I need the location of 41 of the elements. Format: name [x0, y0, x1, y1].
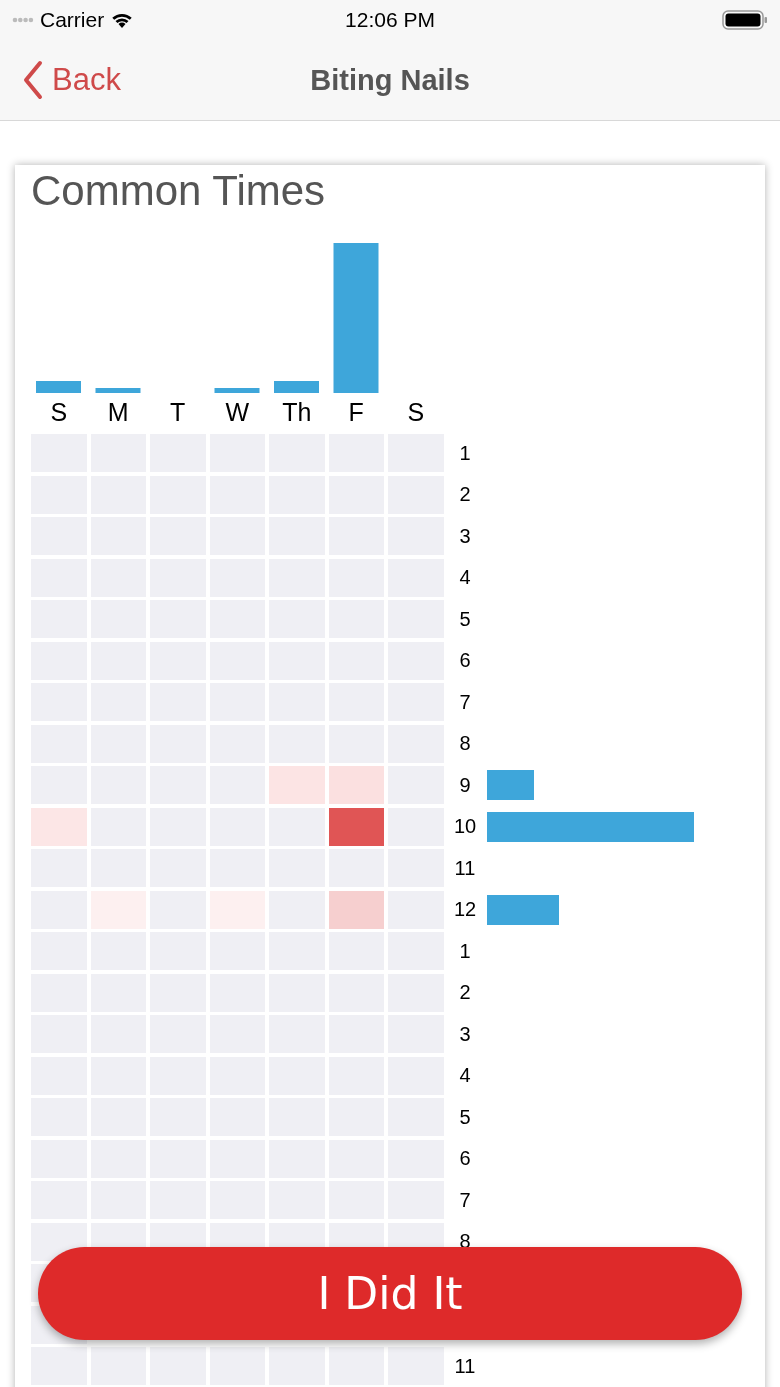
day-bar — [274, 381, 319, 393]
day-bar — [36, 381, 81, 393]
hour-label: 4 — [459, 1064, 471, 1086]
day-label: Th — [282, 397, 312, 428]
status-time: 12:06 PM — [345, 8, 435, 32]
i-did-it-button[interactable]: I Did It — [38, 1247, 742, 1340]
hour-label: 8 — [459, 732, 471, 754]
day-label: W — [225, 397, 250, 428]
battery-icon — [722, 10, 768, 30]
hour-label: 3 — [459, 524, 471, 547]
hour-label: 10 — [453, 815, 477, 837]
hour-bar — [486, 770, 534, 800]
hour-label: 6 — [459, 1147, 471, 1169]
day-label: F — [348, 397, 364, 428]
day-label: S — [50, 397, 68, 428]
hour-label: 2 — [459, 981, 471, 1003]
day-label: T — [170, 397, 186, 428]
hour-label: 3 — [459, 1022, 471, 1045]
hour-label: 9 — [459, 773, 471, 796]
day-bar — [214, 388, 260, 393]
day-label: S — [407, 397, 425, 428]
hour-label: 5 — [459, 607, 471, 630]
hour-label: 11 — [454, 856, 476, 879]
hour-label: 7 — [459, 1188, 471, 1211]
nav-title: Biting Nails — [310, 63, 470, 97]
hour-label: 5 — [459, 1105, 471, 1128]
day-label: M — [107, 397, 129, 428]
hour-label: 6 — [459, 649, 471, 671]
hour-label: 1 — [459, 441, 471, 464]
hour-label: 2 — [459, 483, 471, 505]
back-button[interactable]: Back — [0, 60, 121, 100]
signal-icon — [12, 17, 34, 23]
chevron-left-icon — [22, 60, 44, 100]
card-title: Common Times — [31, 166, 327, 216]
hour-label: 4 — [459, 566, 471, 588]
hour-label: 1 — [459, 939, 471, 962]
hour-label: 7 — [459, 690, 471, 713]
carrier-label: Carrier — [40, 8, 105, 32]
hour-label: 11 — [454, 1354, 476, 1377]
day-bar — [95, 388, 141, 393]
hour-label: 12 — [453, 898, 477, 920]
